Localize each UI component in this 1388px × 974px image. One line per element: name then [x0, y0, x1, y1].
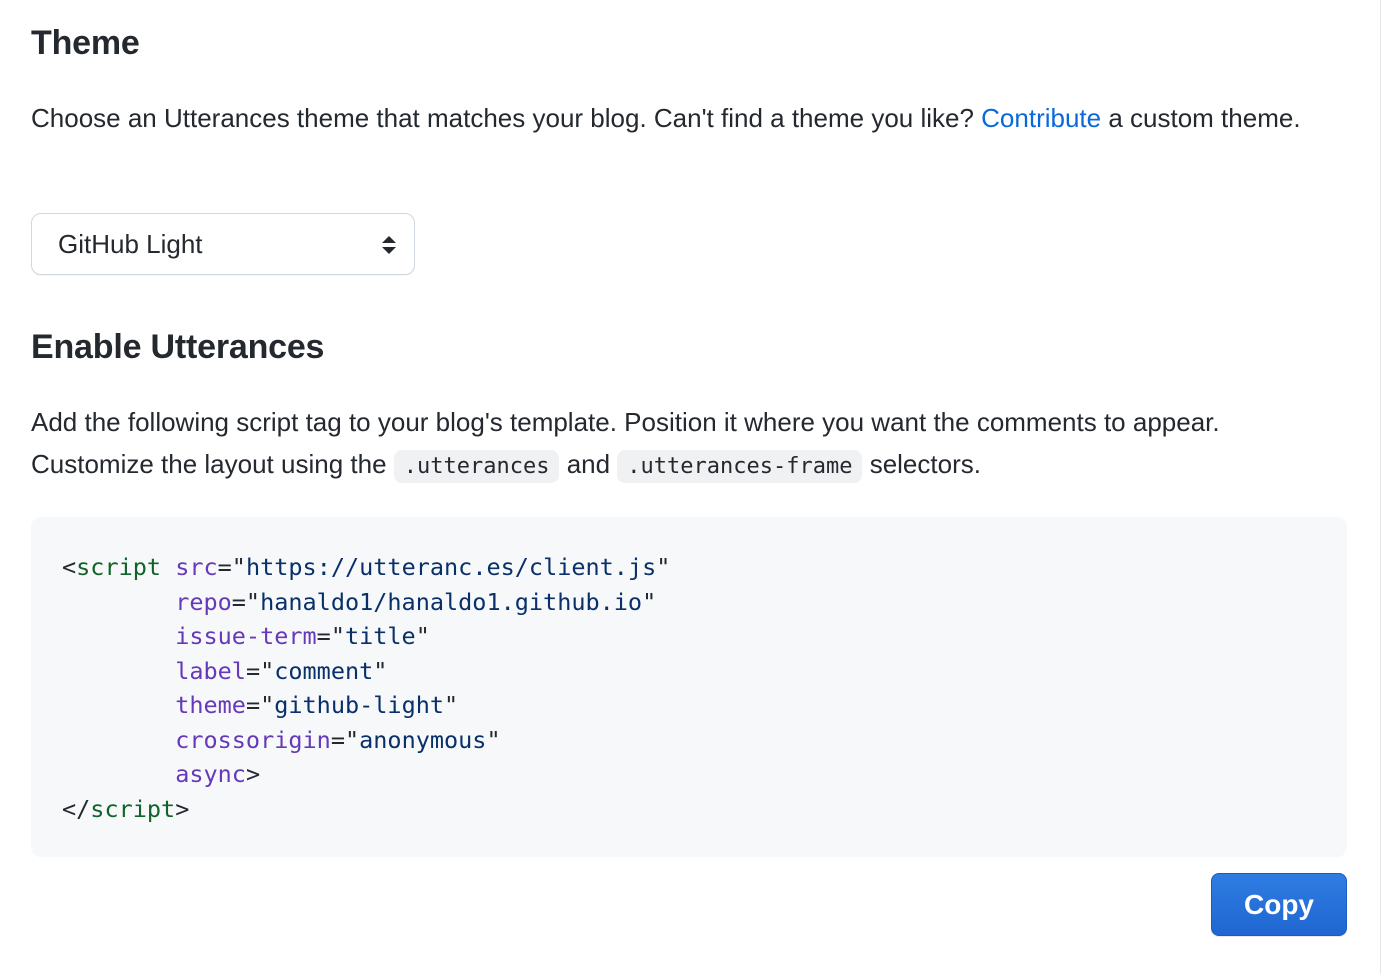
code-attr-name: theme: [175, 691, 246, 719]
code-open-tag: script: [76, 553, 162, 581]
enable-description: Add the following script tag to your blo…: [31, 401, 1331, 488]
code-attr-value: anonymous: [359, 725, 487, 754]
code-attr-name: label: [175, 656, 246, 685]
code-attr-name: repo: [175, 587, 232, 616]
theme-desc-prefix: Choose an Utterances theme that matches …: [31, 103, 982, 133]
theme-select[interactable]: GitHub Light: [31, 213, 415, 275]
theme-desc-suffix: a custom theme.: [1101, 103, 1301, 133]
enable-desc-part3: selectors.: [862, 449, 981, 479]
theme-heading: Theme: [31, 24, 140, 62]
code-bool-attr: async: [175, 760, 246, 788]
script-code-block[interactable]: <script src="https://utteranc.es/client.…: [31, 517, 1347, 857]
theme-select-value: GitHub Light: [58, 229, 203, 259]
code-close-tag: script: [90, 794, 176, 823]
enable-heading: Enable Utterances: [31, 328, 325, 366]
selector-utterances-frame: .utterances-frame: [617, 450, 863, 483]
contribute-link[interactable]: Contribute: [981, 103, 1101, 133]
code-listing[interactable]: <script src="https://utteranc.es/client.…: [62, 550, 670, 826]
enable-desc-part2: and: [559, 449, 618, 479]
code-attr-value: https://utteranc.es/client.js: [245, 553, 657, 581]
code-attr-name: crossorigin: [175, 725, 331, 754]
code-attr-value: comment: [274, 656, 374, 685]
copy-button[interactable]: Copy: [1211, 873, 1347, 936]
right-divider: [1380, 0, 1381, 974]
theme-description: Choose an Utterances theme that matches …: [31, 97, 1331, 139]
code-attr-value: hanaldo1/hanaldo1.github.io: [260, 587, 643, 616]
updown-caret-icon: [382, 236, 396, 254]
selector-utterances: .utterances: [393, 450, 560, 483]
code-attr-value: github-light: [274, 691, 445, 719]
code-attr-name: src: [175, 553, 218, 581]
code-attr-value: title: [344, 622, 416, 650]
code-attr-name: issue-term: [175, 622, 317, 650]
